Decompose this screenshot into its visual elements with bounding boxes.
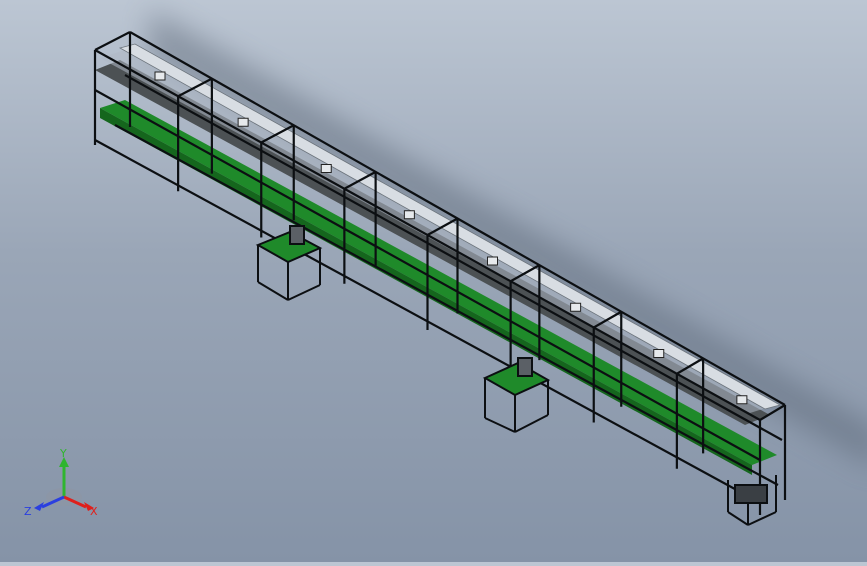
station-device [403,210,415,220]
conveyor-assembly-model[interactable] [0,0,867,562]
station-device [487,256,498,266]
top-rail [118,43,782,410]
y-axis-label: Y [59,447,67,460]
x-axis-label: X [90,505,98,518]
station-device [736,395,748,405]
station-device [154,71,166,81]
side-table-left [255,225,323,301]
z-axis-label: Z [24,505,32,518]
station-device [653,349,665,358]
station-device [570,302,582,312]
station-device [237,117,249,127]
side-table-right [482,357,551,433]
green-conveyor-belt [100,100,777,475]
axis-triad[interactable]: Y X Z [22,445,112,525]
station-device [320,164,332,173]
end-cabinet [727,475,777,526]
cad-viewport[interactable]: Y X Z [0,0,867,562]
